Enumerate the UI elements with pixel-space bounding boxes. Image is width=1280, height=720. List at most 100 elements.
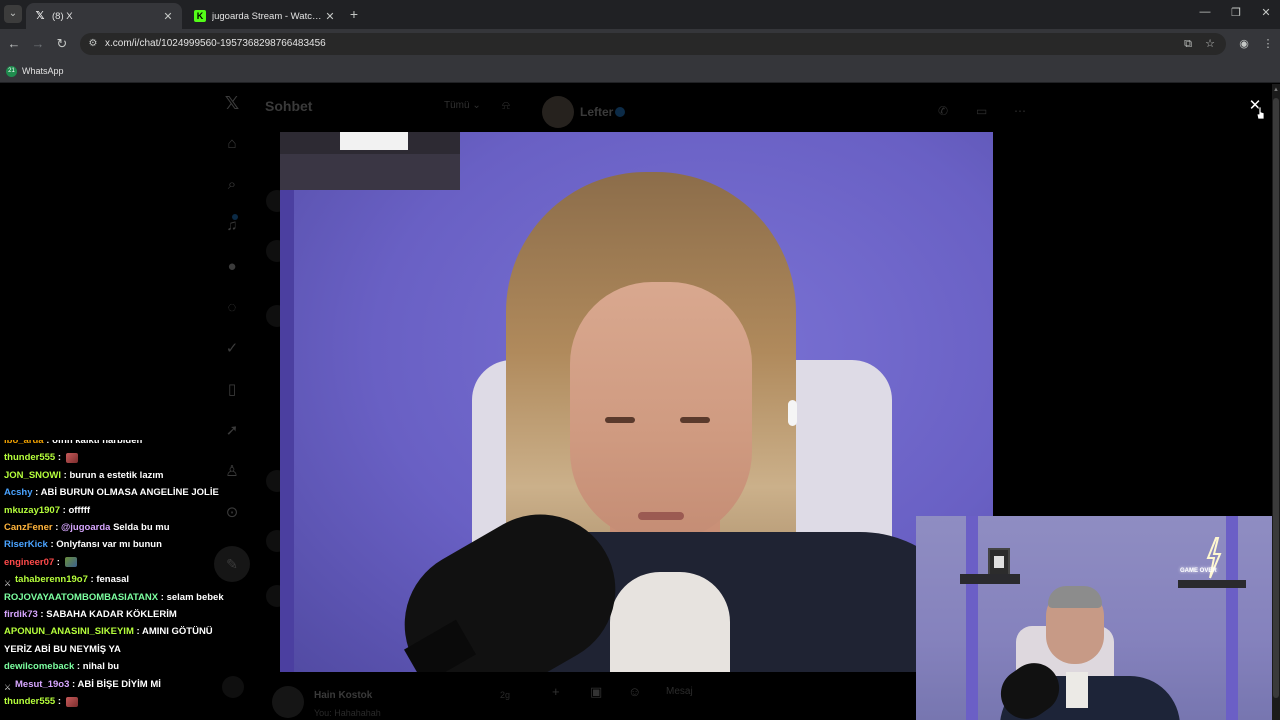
neon-sign-text: GAME OVER [1180, 568, 1217, 574]
scrollbar-thumb[interactable] [1273, 98, 1279, 698]
conversation-time: 2g [500, 690, 510, 700]
reload-icon[interactable]: ↻ [54, 36, 70, 52]
media-viewer-video[interactable] [280, 132, 993, 672]
bookmark-star-icon[interactable]: ☆ [1202, 36, 1218, 52]
jobs-rocket-icon[interactable]: ➚ [222, 421, 242, 441]
tab-search-icon[interactable]: ⌄ [4, 5, 22, 23]
filter-dropdown[interactable]: Tümü ⌄ [444, 100, 481, 111]
chat-separator: : [44, 440, 52, 446]
chat-username[interactable]: Mesut_19o3 [15, 679, 69, 690]
chat-username[interactable]: ibo_arda [4, 440, 44, 446]
sword-badge-icon: ⚔ [4, 575, 11, 585]
menu-kebab-icon[interactable]: ⋮ [1260, 36, 1276, 52]
call-icon[interactable]: ✆ [938, 104, 948, 118]
gif-icon[interactable]: ▣ [590, 684, 602, 700]
person-face [570, 282, 752, 542]
chat-separator: : [53, 522, 61, 533]
tab-kick-stream[interactable]: K jugoarda Stream - Watch Live o ✕ [186, 3, 344, 29]
person-eye [605, 417, 635, 423]
chat-emote-icon [66, 697, 78, 707]
chat-text: ofhh kalktı harbiden [52, 440, 142, 446]
chat-username[interactable]: engineer07 [4, 557, 54, 568]
conversation-name[interactable]: Lefter [580, 105, 613, 119]
close-tab-icon[interactable]: ✕ [324, 10, 336, 23]
close-window-icon[interactable]: ✕ [1257, 6, 1275, 19]
site-info-icon[interactable]: ⚙ [86, 37, 100, 51]
scroll-up-icon[interactable]: ▲ [1273, 87, 1279, 93]
url-text[interactable]: x.com/i/chat/1024999560-1957368298766483… [105, 38, 326, 49]
new-tab-button[interactable]: + [346, 6, 362, 22]
chat-message: ⚔Mesut_19o3 : ABİ BİŞE DİYİM Mİ [0, 676, 240, 693]
stream-chat-overlay: ibo_arda : ofhh kalktı harbiden thunder55… [0, 440, 240, 720]
close-tab-icon[interactable]: ✕ [162, 10, 174, 23]
chat-username[interactable]: CanzFener [4, 522, 53, 533]
chat-username[interactable]: tahaberenn19o7 [15, 574, 88, 585]
chat-username[interactable]: RiserKick [4, 539, 48, 550]
minimize-icon[interactable]: — [1196, 6, 1214, 18]
bookmarks-icon[interactable]: ▯ [222, 380, 242, 400]
person-hair [1048, 586, 1102, 608]
chat-message: engineer07 : [0, 554, 240, 571]
tab-title: (8) X [52, 11, 162, 22]
wall-trim [280, 132, 294, 672]
chat-emote-icon [66, 453, 78, 463]
chat-username[interactable]: thunder555 [4, 696, 55, 707]
chat-separator: : [55, 696, 63, 707]
video-call-icon[interactable]: ▭ [976, 104, 987, 118]
forward-icon[interactable]: → [30, 36, 46, 52]
earbud [788, 400, 797, 426]
address-bar[interactable]: ⚙ x.com/i/chat/1024999560-19573682987664… [80, 33, 1226, 55]
chat-username[interactable]: Acshy [4, 487, 33, 498]
chat-username[interactable]: ROJOVAYAATOMBOMBASIATANX [4, 592, 158, 603]
person-eye [680, 417, 710, 423]
chat-separator: : [158, 592, 166, 603]
restore-icon[interactable]: ❐ [1227, 6, 1245, 19]
picture-frame [988, 548, 1010, 576]
profile-icon[interactable]: ◉ [1236, 36, 1252, 52]
more-options-icon[interactable]: ⋯ [1014, 104, 1026, 118]
chat-username[interactable]: thunder555 [4, 452, 55, 463]
x-home-logo-icon[interactable]: 𝕏 [222, 94, 242, 114]
filter-label: Tümü [444, 100, 470, 111]
chat-username[interactable]: APONUN_ANASINI_SIKEYIM [4, 626, 134, 637]
conversation-preview: You: Hahahahah [314, 708, 381, 718]
chat-text: burun a estetik lazım [69, 470, 163, 481]
person-mouth [638, 512, 684, 520]
add-attachment-icon[interactable]: + [552, 684, 560, 699]
webcam-inset: GAME OVER [916, 516, 1280, 720]
bookmark-whatsapp[interactable]: 21 WhatsApp [6, 63, 64, 79]
chat-username[interactable]: dewilcomeback [4, 661, 74, 672]
chat-mention[interactable]: @jugoarda [61, 522, 110, 533]
tab-title: jugoarda Stream - Watch Live o [212, 11, 324, 22]
kick-logo-icon: K [194, 10, 206, 22]
chat-username[interactable]: mkuzay1907 [4, 505, 60, 516]
chat-username[interactable]: JON_SNOWI [4, 470, 61, 481]
emoji-icon[interactable]: ☺ [628, 684, 641, 699]
conversation-avatar[interactable] [272, 686, 304, 718]
chat-username[interactable]: firdik73 [4, 609, 38, 620]
install-app-icon[interactable]: ⧉ [1180, 36, 1196, 52]
chat-text: offfff [68, 505, 90, 516]
notification-dot [232, 214, 238, 220]
chat-message: RiserKick : Onlyfansı var mı bunun [0, 536, 240, 553]
conversation-header-avatar[interactable] [542, 96, 574, 128]
message-input[interactable]: Mesaj [666, 686, 693, 697]
message-requests-icon[interactable]: ⍾ [502, 98, 510, 113]
browser-toolbar: ← → ↻ ⚙ x.com/i/chat/1024999560-19573682… [0, 29, 1280, 59]
chat-message: JON_SNOWI : burun a estetik lazım [0, 467, 240, 484]
search-icon[interactable]: ⌕ [222, 175, 242, 195]
conversation-name[interactable]: Hain Kostok [314, 690, 372, 701]
chat-message: dewilcomeback : nihal bu [0, 658, 240, 675]
home-icon[interactable]: ⌂ [222, 134, 242, 154]
tab-x[interactable]: 𝕏 (8) X ✕ [26, 3, 182, 29]
back-icon[interactable]: ← [6, 36, 22, 52]
mouse-pointer-icon [1256, 106, 1265, 120]
messages-icon[interactable]: ● [222, 257, 242, 277]
chat-text: SABAHA KADAR KÖKLERİM [46, 609, 177, 620]
whatsapp-icon: 21 [6, 66, 17, 77]
communities-icon[interactable]: ✓ [222, 339, 242, 359]
page-title: Sohbet [265, 98, 312, 114]
chat-message: APONUN_ANASINI_SIKEYIM : AMINI GÖTÜNÜ [0, 623, 240, 640]
grok-icon[interactable]: ◌ [222, 298, 242, 318]
chat-message: ROJOVAYAATOMBOMBASIATANX : selam bebek [0, 589, 240, 606]
